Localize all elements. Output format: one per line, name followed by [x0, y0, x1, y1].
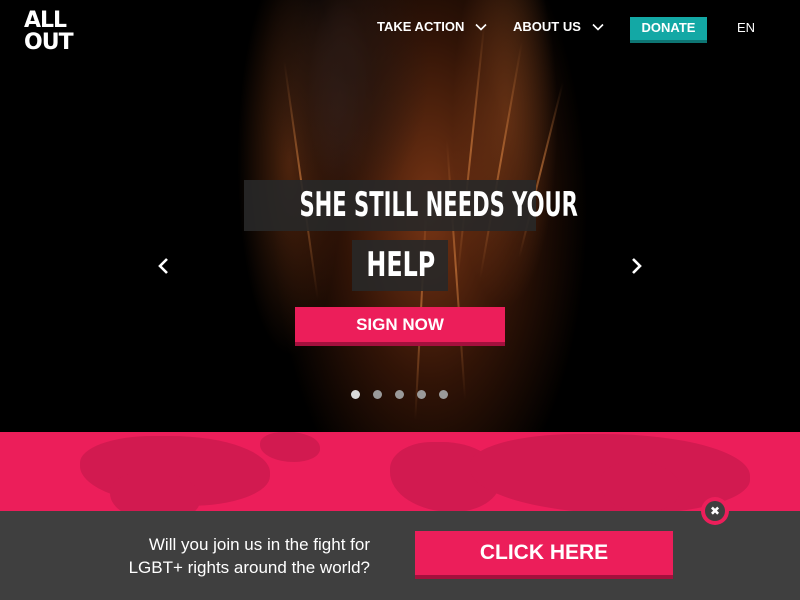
close-icon: ✖: [705, 501, 725, 521]
slider-dots: [351, 390, 448, 399]
slider-dot-1[interactable]: [351, 390, 360, 399]
slider-dot-5[interactable]: [439, 390, 448, 399]
language-selector[interactable]: EN: [737, 20, 755, 35]
slider-dot-2[interactable]: [373, 390, 382, 399]
sign-now-button[interactable]: SIGN NOW: [295, 307, 505, 346]
banner-text-line-1: Will you join us in the fight for: [148, 535, 370, 554]
headline-line-2-box: HELP: [352, 240, 448, 291]
slider-dot-3[interactable]: [395, 390, 404, 399]
hero-slider: ALL OUT TAKE ACTION ABOUT US DONATE EN S…: [0, 0, 800, 432]
headline-line-1-box: SHE STILL NEEDS YOUR: [244, 180, 578, 231]
donate-button[interactable]: DONATE: [630, 17, 707, 43]
banner-text-line-2: LGBT+ rights around the world?: [128, 558, 370, 577]
headline-line-1: SHE STILL NEEDS YOUR: [299, 185, 578, 225]
hero-image-detail: [479, 41, 523, 279]
slider-dot-4[interactable]: [417, 390, 426, 399]
chevron-left-icon[interactable]: [154, 255, 174, 277]
headline-line-2: HELP: [366, 245, 436, 285]
nav-take-action[interactable]: TAKE ACTION: [377, 19, 488, 34]
hero-image-detail: [518, 82, 564, 258]
chevron-right-icon[interactable]: [626, 255, 646, 277]
nav-about-us[interactable]: ABOUT US: [513, 19, 605, 34]
world-map-section: [0, 432, 800, 512]
map-continent: [260, 432, 320, 462]
main-nav: TAKE ACTION ABOUT US DONATE EN: [0, 17, 800, 45]
chevron-down-icon: [475, 23, 487, 31]
join-banner: Will you join us in the fight for LGBT+ …: [0, 511, 800, 600]
click-here-button[interactable]: CLICK HERE: [415, 531, 673, 579]
banner-message: Will you join us in the fight for LGBT+ …: [100, 533, 370, 579]
close-banner-button[interactable]: ✖: [701, 497, 729, 525]
nav-about-us-label: ABOUT US: [513, 19, 581, 34]
chevron-down-icon: [592, 23, 604, 31]
nav-take-action-label: TAKE ACTION: [377, 19, 465, 34]
hero-image-detail: [456, 20, 486, 280]
